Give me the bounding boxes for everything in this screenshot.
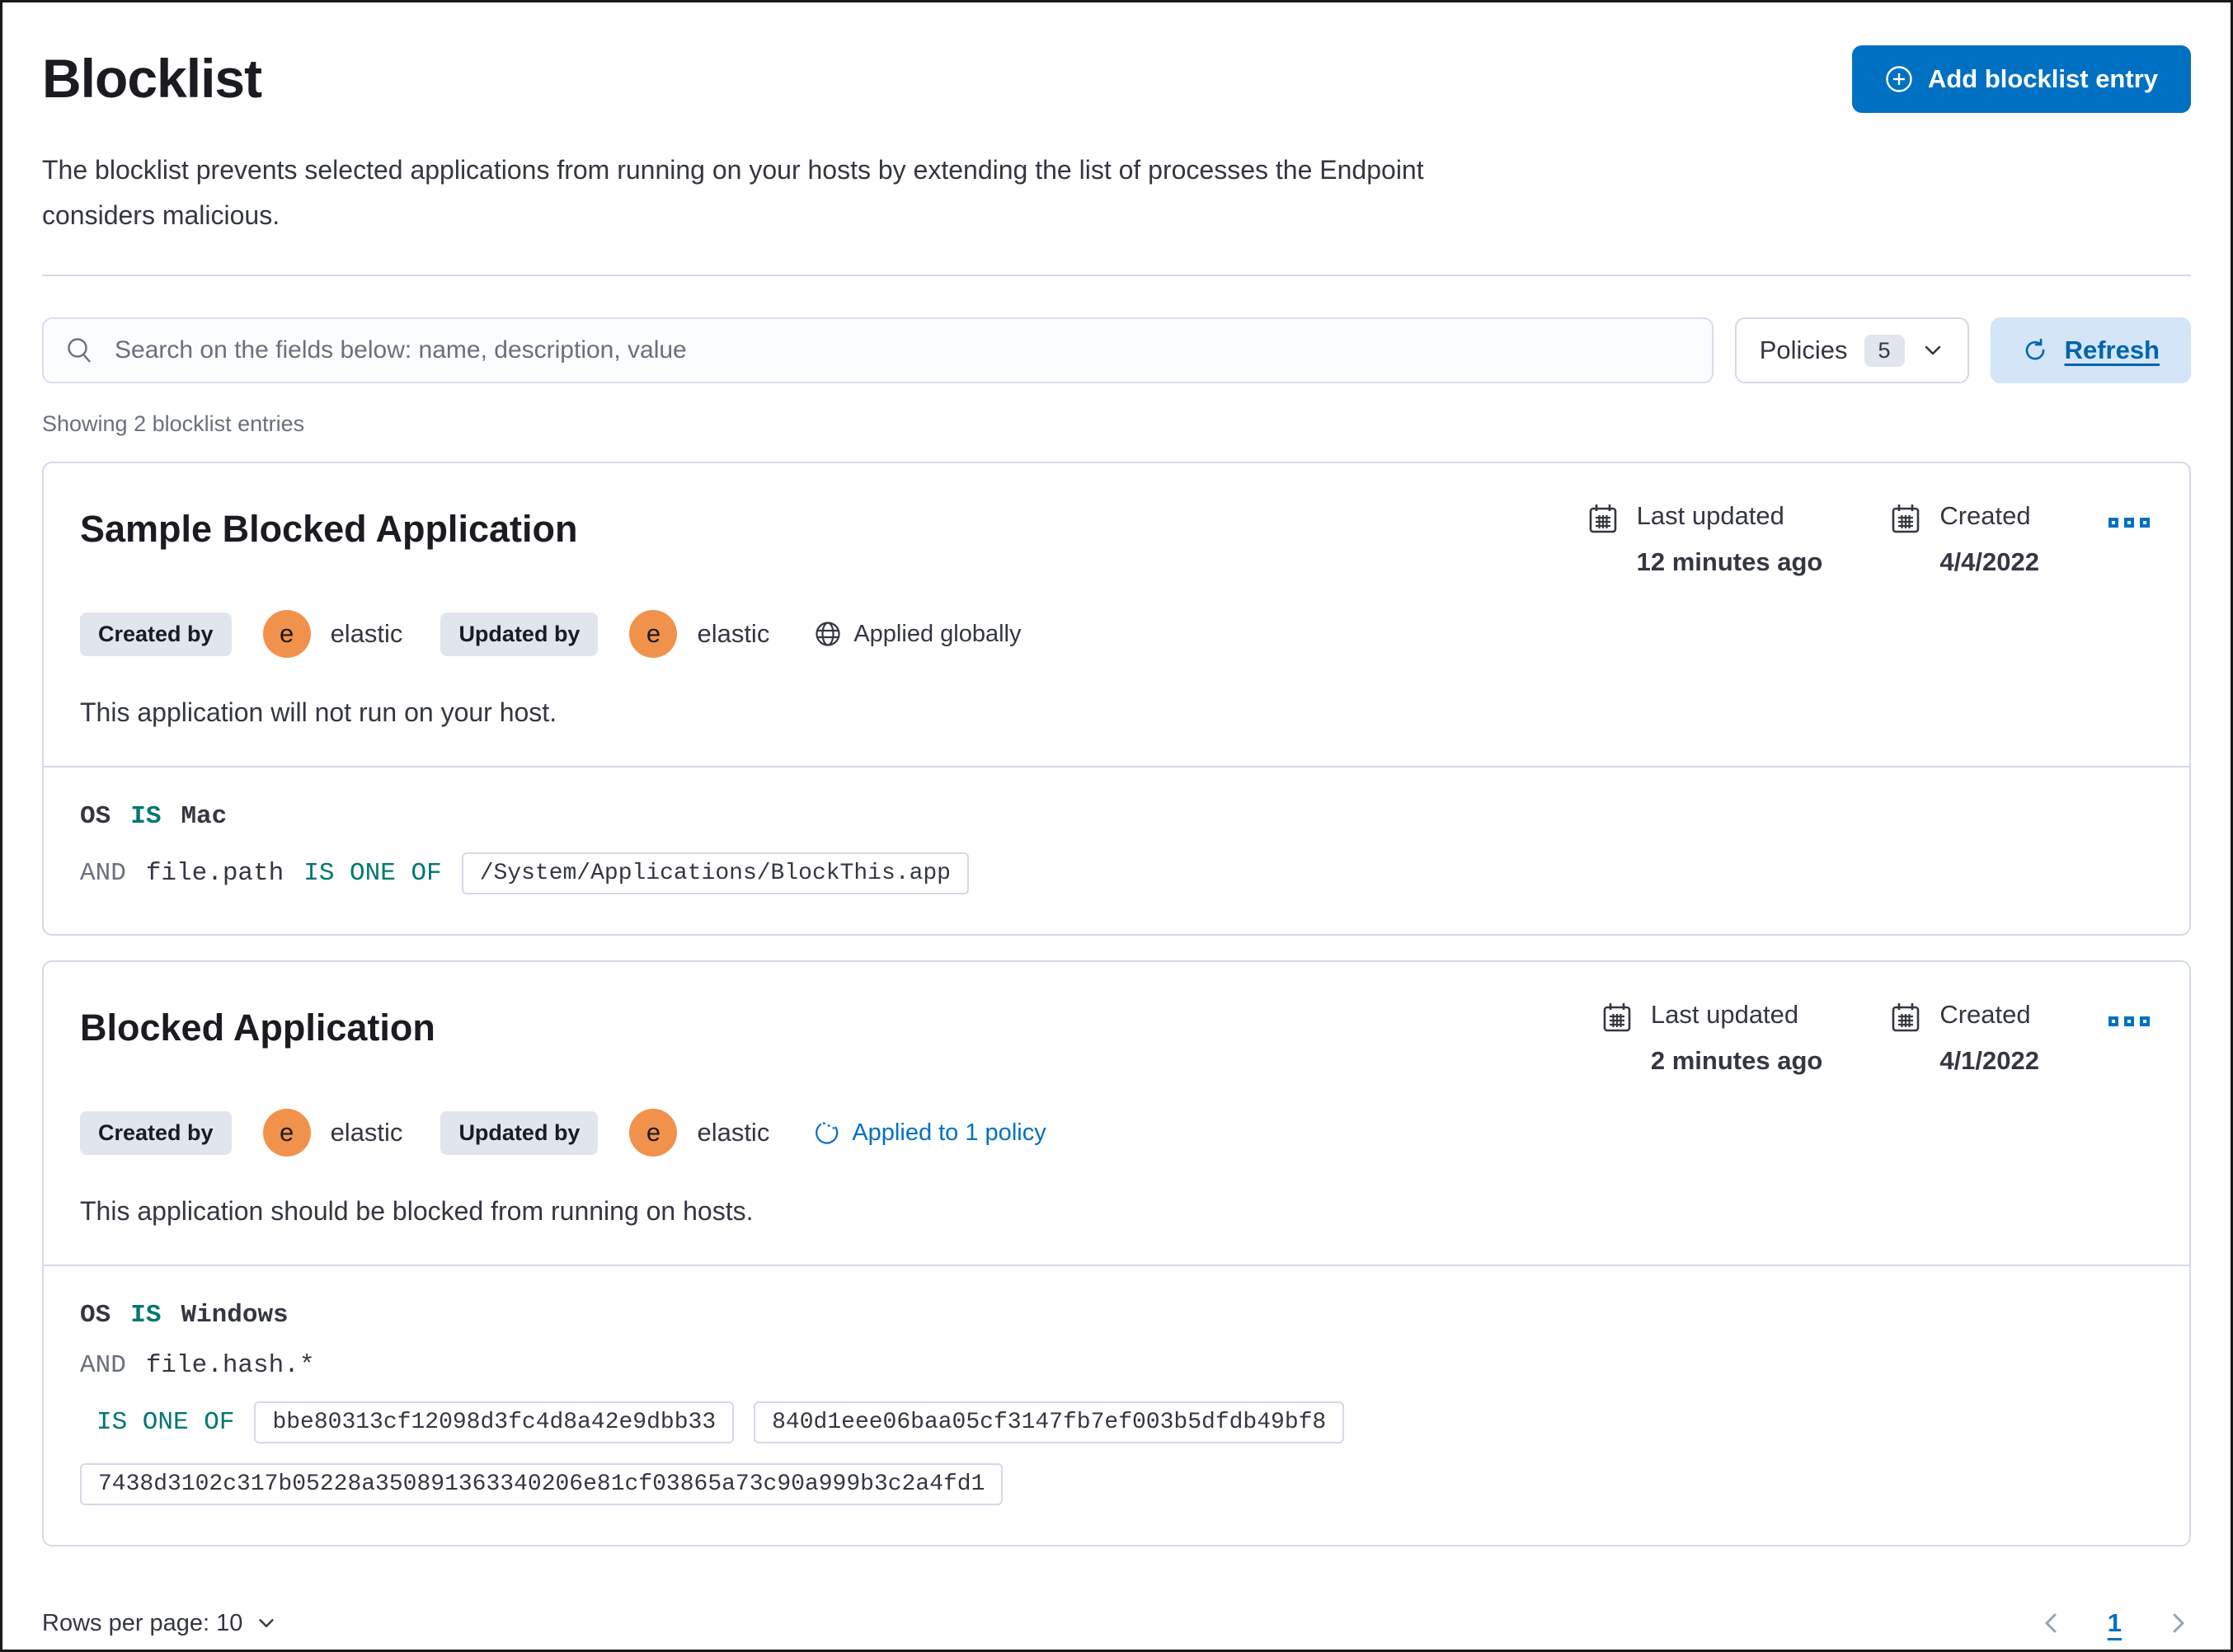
condition-operator: IS ONE OF bbox=[96, 1408, 235, 1437]
refresh-button[interactable]: Refresh bbox=[1990, 317, 2191, 383]
refresh-icon bbox=[2022, 337, 2048, 364]
blocklist-entry-card: Blocked Application Last updated 2 minut… bbox=[42, 960, 2191, 1546]
os-value: Windows bbox=[181, 1301, 289, 1330]
condition-value: 840d1eee06baa05cf3147fb7ef003b5dfdb49bf8 bbox=[754, 1401, 1345, 1443]
condition-operator: IS ONE OF bbox=[303, 859, 442, 888]
avatar: e bbox=[262, 1109, 311, 1157]
entry-title: Sample Blocked Application bbox=[80, 508, 578, 550]
os-field: OS bbox=[80, 802, 111, 831]
applied-policy-link[interactable]: Applied to 1 policy bbox=[814, 1119, 1046, 1147]
scope-indicator: Applied globally bbox=[814, 620, 1021, 648]
os-operator: IS bbox=[130, 802, 162, 831]
condition-value: /System/Applications/BlockThis.app bbox=[461, 852, 969, 894]
condition-conjunction: AND bbox=[80, 859, 126, 888]
search-box[interactable] bbox=[42, 317, 1714, 383]
boxes-horizontal-menu-icon[interactable] bbox=[2105, 1008, 2153, 1035]
next-page-button[interactable] bbox=[2165, 1610, 2191, 1636]
scope-label: Applied to 1 policy bbox=[852, 1119, 1046, 1146]
os-operator: IS bbox=[130, 1301, 162, 1330]
add-blocklist-entry-label: Add blocklist entry bbox=[1927, 64, 2158, 93]
pagination: 1 bbox=[2038, 1607, 2191, 1639]
last-updated-block: Last updated 2 minutes ago bbox=[1600, 1000, 1822, 1076]
policies-count-badge: 5 bbox=[1864, 334, 1905, 367]
calendar-icon bbox=[1888, 501, 1925, 536]
last-updated-value: 2 minutes ago bbox=[1650, 1046, 1823, 1075]
created-value: 4/4/2022 bbox=[1939, 547, 2039, 576]
search-input[interactable] bbox=[113, 336, 1690, 365]
created-block: Created 4/1/2022 bbox=[1888, 1000, 2039, 1076]
policies-filter-button[interactable]: Policies 5 bbox=[1734, 317, 1969, 383]
avatar: e bbox=[629, 1109, 678, 1157]
page-description: The blocklist prevents selected applicat… bbox=[42, 155, 1424, 230]
scope-label: Applied globally bbox=[853, 620, 1022, 647]
condition-value: 7438d3102c317b05228a350891363340206e81cf… bbox=[80, 1463, 1004, 1505]
chevron-right-icon bbox=[2165, 1610, 2191, 1636]
entry-description: This application should be blocked from … bbox=[80, 1196, 754, 1226]
plus-in-circle-icon bbox=[1885, 65, 1913, 93]
updated-by-user: elastic bbox=[697, 1118, 770, 1147]
calendar-icon bbox=[1888, 1000, 1925, 1035]
created-by-tag: Created by bbox=[80, 612, 232, 656]
chevron-down-icon bbox=[1921, 339, 1944, 362]
filter-bar: Policies 5 Refresh bbox=[42, 317, 2191, 383]
calendar-icon bbox=[1600, 1000, 1636, 1035]
created-label: Created bbox=[1939, 501, 2031, 530]
search-icon bbox=[65, 336, 95, 365]
last-updated-label: Last updated bbox=[1636, 501, 1784, 530]
rows-per-page-button[interactable]: Rows per page: 10 bbox=[42, 1610, 277, 1637]
chevron-down-icon bbox=[256, 1612, 277, 1634]
entry-badges: Created by e elastic Updated by e elasti… bbox=[80, 1109, 2153, 1157]
boxes-horizontal-menu-icon[interactable] bbox=[2105, 509, 2153, 536]
entry-description: This application will not run on your ho… bbox=[80, 697, 557, 727]
condition-conjunction: AND bbox=[80, 1351, 126, 1380]
entry-conditions: OS IS Windows AND file.hash.* IS ONE OF … bbox=[44, 1266, 2189, 1545]
created-by-user: elastic bbox=[330, 619, 403, 648]
os-value: Mac bbox=[181, 802, 228, 831]
page-title: Blocklist bbox=[42, 48, 262, 109]
calendar-icon bbox=[1586, 501, 1622, 536]
page-header: Blocklist Add blocklist entry bbox=[42, 40, 2191, 113]
table-footer: Rows per page: 10 1 bbox=[42, 1607, 2191, 1650]
last-updated-block: Last updated 12 minutes ago bbox=[1586, 501, 1823, 577]
updated-by-tag: Updated by bbox=[440, 612, 599, 656]
entry-badges: Created by e elastic Updated by e elasti… bbox=[80, 610, 2153, 658]
created-block: Created 4/4/2022 bbox=[1888, 501, 2039, 577]
avatar: e bbox=[262, 610, 311, 658]
entry-title: Blocked Application bbox=[80, 1007, 435, 1049]
last-updated-label: Last updated bbox=[1650, 1000, 1799, 1029]
entry-meta: Last updated 12 minutes ago Created 4/4/… bbox=[1586, 501, 2153, 577]
updated-by-tag: Updated by bbox=[440, 1110, 599, 1155]
os-field: OS bbox=[80, 1301, 111, 1330]
condition-field: file.hash.* bbox=[145, 1351, 315, 1380]
condition-value: bbe80313cf12098d3fc4d8a42e9dbb33 bbox=[254, 1401, 735, 1443]
avatar: e bbox=[629, 610, 678, 658]
updated-by-user: elastic bbox=[697, 619, 770, 648]
blocklist-page: Blocklist Add blocklist entry The blockl… bbox=[0, 0, 2233, 1652]
last-updated-value: 12 minutes ago bbox=[1636, 547, 1823, 576]
header-divider bbox=[42, 275, 2191, 276]
entry-conditions: OS IS Mac AND file.path IS ONE OF /Syste… bbox=[44, 767, 2189, 934]
rows-per-page-label: Rows per page: 10 bbox=[42, 1609, 243, 1636]
condition-field: file.path bbox=[145, 859, 284, 888]
partial-circle-icon bbox=[814, 1119, 840, 1146]
created-value: 4/1/2022 bbox=[1939, 1046, 2039, 1075]
policies-filter-label: Policies bbox=[1759, 336, 1848, 364]
created-by-tag: Created by bbox=[80, 1110, 232, 1155]
showing-count-text: Showing 2 blocklist entries bbox=[42, 411, 305, 436]
chevron-left-icon bbox=[2038, 1610, 2065, 1636]
refresh-label: Refresh bbox=[2064, 336, 2160, 364]
created-by-user: elastic bbox=[330, 1118, 403, 1147]
add-blocklist-entry-button[interactable]: Add blocklist entry bbox=[1851, 45, 2191, 113]
blocklist-entry-card: Sample Blocked Application Last updated … bbox=[42, 462, 2191, 936]
globe-icon bbox=[814, 620, 842, 648]
entry-meta: Last updated 2 minutes ago Created 4/1/2… bbox=[1600, 1000, 2153, 1076]
previous-page-button[interactable] bbox=[2038, 1610, 2065, 1636]
created-label: Created bbox=[1939, 1000, 2031, 1029]
page-number-1[interactable]: 1 bbox=[2103, 1607, 2127, 1639]
